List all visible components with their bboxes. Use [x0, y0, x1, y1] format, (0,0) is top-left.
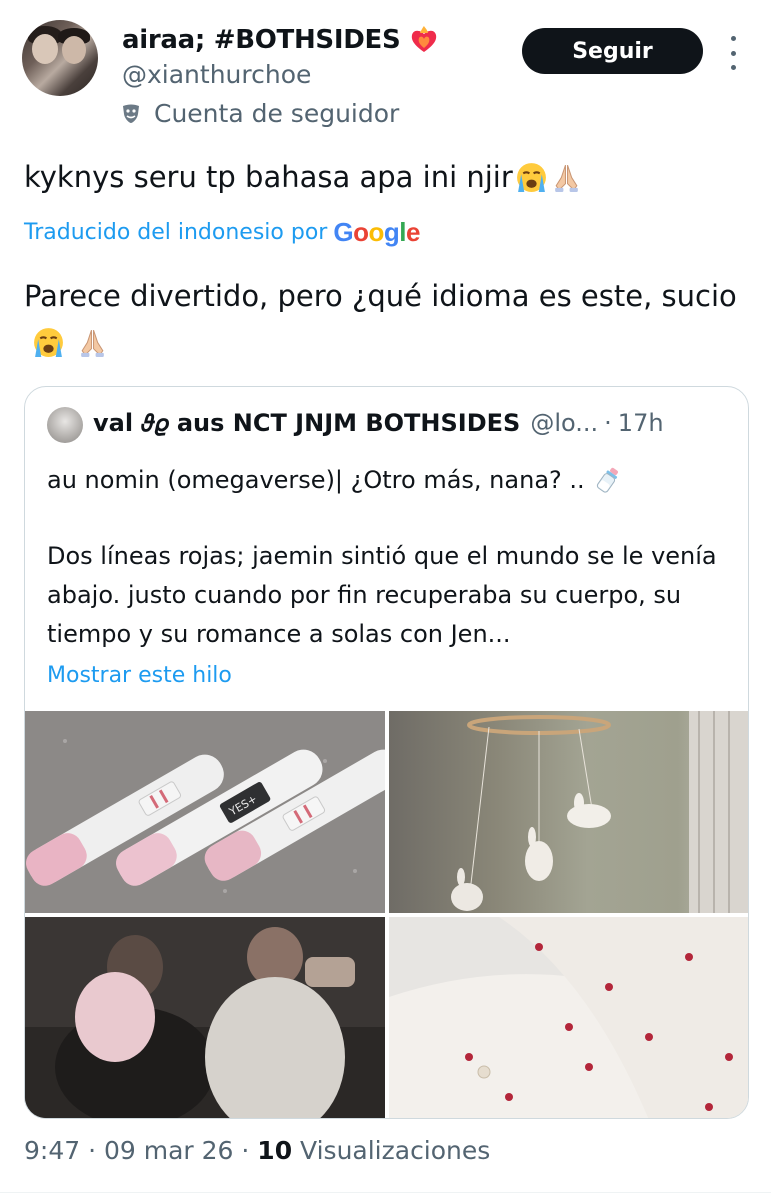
- tweet-text-content: kyknys seru tp bahasa apa ini njir: [24, 160, 513, 194]
- quoted-title-text: au nomin (omegaverse)| ¿Otro más, nana? …: [47, 466, 585, 494]
- media-image-family[interactable]: [25, 917, 385, 1118]
- google-logo: Google: [333, 217, 420, 247]
- translation-attribution[interactable]: Traducido del indonesio por Google: [24, 217, 420, 248]
- quoted-title: au nomin (omegaverse)| ¿Otro más, nana? …: [47, 465, 623, 495]
- folded-hands-icon: [550, 161, 583, 194]
- folded-hands-icon: [76, 326, 109, 359]
- heart-on-fire-icon: [408, 24, 440, 56]
- baby-bottle-icon: [593, 465, 623, 495]
- media-grid: YES+: [25, 711, 748, 1118]
- views-count: 10: [257, 1136, 293, 1165]
- media-image-pajamas[interactable]: [389, 917, 748, 1118]
- tweet-text: kyknys seru tp bahasa apa ini njir: [24, 160, 583, 194]
- divider: [0, 1192, 771, 1193]
- translated-label[interactable]: Traducido del indonesio por: [24, 220, 327, 245]
- loudly-crying-face-icon: [515, 161, 548, 194]
- theater-masks-icon: [120, 102, 144, 126]
- translated-text-content: Parece divertido, pero ¿qué idioma es es…: [24, 279, 737, 313]
- meta-separator: ·: [233, 1136, 258, 1165]
- account-label-row: Cuenta de seguidor: [120, 99, 399, 128]
- quoted-author-row[interactable]: val 𝜗𝜚 aus NCT JNJM BOTHSIDES @lo... · 1…: [93, 409, 664, 437]
- quoted-tweet-card[interactable]: val 𝜗𝜚 aus NCT JNJM BOTHSIDES @lo... · 1…: [24, 386, 749, 1119]
- quoted-body: Dos líneas rojas; jaemin sintió que el m…: [47, 542, 717, 648]
- meta-separator: ·: [80, 1136, 104, 1165]
- views-label: Visualizaciones: [292, 1136, 491, 1165]
- more-options-icon[interactable]: [724, 36, 742, 70]
- show-thread-link[interactable]: Mostrar este hilo: [47, 663, 232, 688]
- quoted-author-avatar[interactable]: [47, 407, 83, 443]
- media-image-baby-mobile[interactable]: [389, 711, 748, 913]
- tweet-meta: 9:47 · 09 mar 26 · 10 Visualizaciones: [24, 1136, 490, 1165]
- author-display-name[interactable]: airaa; #BOTHSIDES: [122, 25, 401, 55]
- loudly-crying-face-icon: [32, 326, 65, 359]
- quoted-author-name[interactable]: val 𝜗𝜚 aus NCT JNJM BOTHSIDES: [93, 409, 520, 437]
- translated-text: Parece divertido, pero ¿qué idioma es es…: [24, 274, 754, 362]
- author-name-row[interactable]: airaa; #BOTHSIDES: [122, 24, 440, 56]
- tweet-time[interactable]: 9:47: [24, 1136, 80, 1165]
- quoted-separator: ·: [604, 409, 612, 437]
- author-avatar[interactable]: [22, 20, 98, 96]
- tweet-date[interactable]: 09 mar 26: [104, 1136, 233, 1165]
- follow-button[interactable]: Seguir: [522, 28, 703, 74]
- media-image-pregnancy-tests[interactable]: YES+: [25, 711, 385, 913]
- quoted-timestamp[interactable]: 17h: [618, 409, 664, 437]
- account-label: Cuenta de seguidor: [154, 99, 400, 128]
- quoted-author-handle[interactable]: @lo...: [530, 409, 598, 437]
- author-handle[interactable]: @xianthurchoe: [122, 60, 311, 89]
